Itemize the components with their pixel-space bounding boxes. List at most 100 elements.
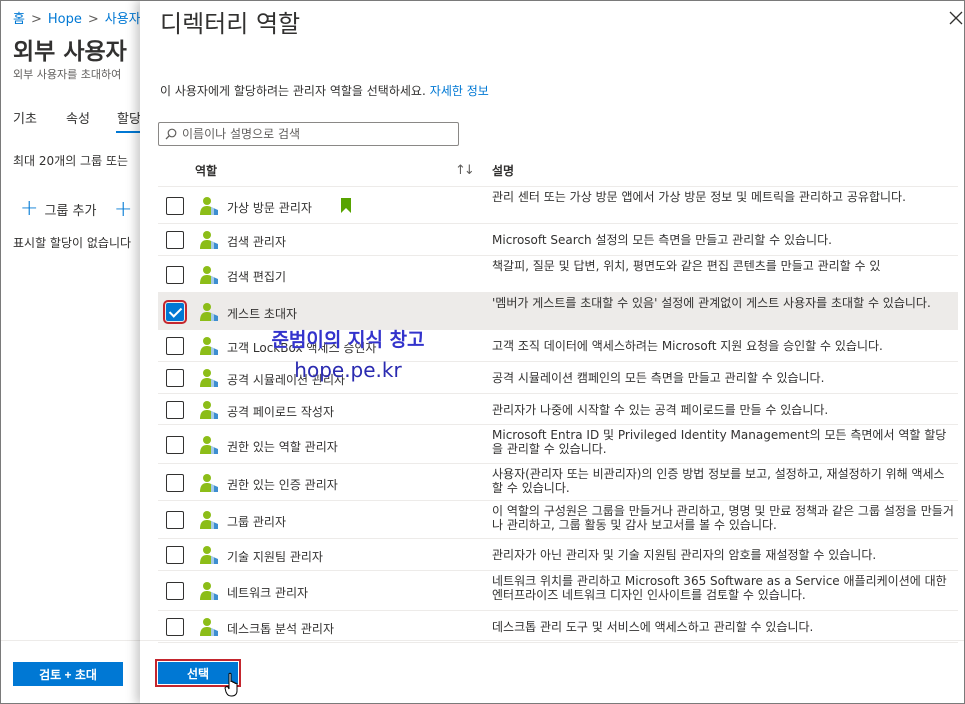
row-checkbox[interactable] bbox=[163, 299, 187, 324]
table-row[interactable]: 가상 방문 관리자 관리 센터 또는 가상 방문 앱에서 가상 방문 정보 및 메… bbox=[158, 187, 958, 224]
role-user-icon bbox=[200, 400, 218, 419]
role-name: 네트워크 관리자 bbox=[227, 586, 309, 600]
column-header-description: 설명 bbox=[492, 164, 515, 178]
role-user-icon bbox=[200, 337, 218, 355]
table-row[interactable]: 게스트 초대자 '멤버가 게스트를 초대할 수 있음' 설정에 관계없이 게스트 … bbox=[158, 293, 958, 330]
footer-divider bbox=[140, 640, 965, 641]
table-row[interactable]: 기술 지원팀 관리자 관리자가 아닌 관리자 및 기술 지원팀 관리자의 암호를 … bbox=[158, 539, 958, 571]
role-name: 권한 있는 역할 관리자 bbox=[227, 439, 338, 454]
role-name: 데스크톱 분석 관리자 bbox=[227, 622, 334, 636]
roles-table: 역할 ↑↓ 설명 가상 방문 관리자 관리 센터 또는 가상 방문 앱에서 가상 … bbox=[158, 152, 958, 643]
table-row[interactable]: 공격 시뮬레이션 관리자 공격 시뮬레이션 캠페인의 모든 측면을 만들고 관리할… bbox=[158, 362, 958, 394]
page-subtitle: 외부 사용자를 초대하여 bbox=[13, 68, 122, 81]
sort-icon[interactable]: ↑↓ bbox=[455, 163, 475, 178]
learn-more-link[interactable]: 자세한 정보 bbox=[430, 84, 489, 98]
role-description: 고객 조직 데이터에 액세스하려는 Microsoft 지원 요청을 승인할 수… bbox=[492, 339, 883, 353]
role-name: 게스트 초대자 bbox=[227, 306, 298, 321]
panel-description: 이 사용자에게 할당하려는 관리자 역할을 선택하세요. 자세한 정보 bbox=[160, 82, 489, 99]
table-rows: 가상 방문 관리자 관리 센터 또는 가상 방문 앱에서 가상 방문 정보 및 메… bbox=[158, 187, 958, 643]
role-name: 그룹 관리자 bbox=[227, 515, 287, 529]
table-row[interactable]: 공격 페이로드 작성자 관리자가 나중에 시작할 수 있는 공격 페이로드를 만들… bbox=[158, 394, 958, 425]
bookmark-icon bbox=[341, 198, 351, 213]
role-user-icon bbox=[200, 369, 218, 387]
search-box[interactable] bbox=[158, 122, 459, 146]
add-group-label: 그룹 추가 bbox=[44, 203, 97, 219]
role-name: 가상 방문 관리자 bbox=[227, 200, 312, 215]
search-input[interactable] bbox=[182, 127, 452, 141]
role-description: 책갈피, 질문 및 답변, 위치, 평면도와 같은 편집 콘텐츠를 만들고 관리… bbox=[492, 259, 881, 273]
column-header-role[interactable]: 역할 bbox=[195, 162, 217, 179]
row-checkbox[interactable] bbox=[166, 582, 184, 600]
breadcrumb-separator: > bbox=[87, 12, 99, 27]
row-checkbox[interactable] bbox=[166, 435, 184, 454]
role-user-icon bbox=[200, 265, 218, 284]
table-header: 역할 ↑↓ 설명 bbox=[158, 152, 958, 187]
add-group-button[interactable]: + 그룹 추가 bbox=[20, 196, 97, 221]
panel-description-text: 이 사용자에게 할당하려는 관리자 역할을 선택하세요. bbox=[160, 84, 426, 98]
role-name: 공격 시뮬레이션 관리자 bbox=[227, 373, 346, 387]
role-name: 권한 있는 인증 관리자 bbox=[227, 477, 338, 492]
role-user-icon bbox=[200, 473, 218, 492]
plus-icon[interactable]: + bbox=[114, 197, 132, 222]
plus-icon: + bbox=[20, 196, 39, 221]
breadcrumb-separator: > bbox=[30, 12, 42, 27]
table-row[interactable]: 데스크톱 분석 관리자 데스크톱 관리 도구 및 서비스에 액세스하고 관리할 수… bbox=[158, 611, 958, 643]
row-checkbox[interactable] bbox=[166, 546, 184, 564]
row-checkbox[interactable] bbox=[166, 337, 184, 355]
role-description: 관리자가 나중에 시작할 수 있는 공격 페이로드를 만들 수 있습니다. bbox=[492, 402, 829, 417]
assignment-info-text: 최대 20개의 그룹 또는 bbox=[13, 154, 129, 168]
role-description: '멤버가 게스트를 초대할 수 있음' 설정에 관계없이 게스트 사용자를 초대… bbox=[492, 296, 931, 310]
role-description: 데스크톱 관리 도구 및 서비스에 액세스하고 관리할 수 있습니다. bbox=[492, 620, 814, 634]
table-row[interactable]: 검색 편집기 책갈피, 질문 및 답변, 위치, 평면도와 같은 편집 콘텐츠를 … bbox=[158, 256, 958, 293]
hand-cursor-icon bbox=[224, 672, 238, 697]
empty-assignments-text: 표시할 할당이 없습니다 bbox=[13, 236, 132, 250]
row-checkbox[interactable] bbox=[166, 618, 184, 636]
role-description: Microsoft Entra ID 및 Privileged Identity… bbox=[492, 428, 947, 456]
role-user-icon bbox=[200, 546, 218, 564]
review-invite-button[interactable]: 검토 + 초대 bbox=[13, 662, 123, 686]
role-description: 공격 시뮬레이션 캠페인의 모든 측면을 만들고 관리할 수 있습니다. bbox=[492, 371, 825, 385]
table-row[interactable]: 권한 있는 인증 관리자 사용자(관리자 또는 비관리자)의 인증 방법 정보를 … bbox=[158, 464, 958, 501]
role-description: 관리자가 아닌 관리자 및 기술 지원팀 관리자의 암호를 재설정할 수 있습니… bbox=[492, 548, 877, 562]
active-tab-indicator bbox=[116, 131, 140, 133]
row-checkbox[interactable] bbox=[166, 196, 184, 215]
row-checkbox[interactable] bbox=[166, 369, 184, 387]
role-user-icon bbox=[200, 302, 218, 321]
role-user-icon bbox=[200, 511, 218, 529]
table-row[interactable]: 그룹 관리자 이 역할의 구성원은 그룹을 만들거나 관리하고, 명명 및 만료 … bbox=[158, 501, 958, 539]
role-name: 고객 LockBox 액세스 승인자 bbox=[227, 341, 377, 355]
role-user-icon bbox=[200, 618, 218, 636]
breadcrumb-users[interactable]: 사용자 bbox=[105, 12, 141, 27]
tab-assignments[interactable]: 할당 bbox=[117, 108, 141, 127]
breadcrumb-tenant[interactable]: Hope bbox=[48, 12, 82, 27]
role-description: Microsoft Search 설정의 모든 측면을 만들고 관리할 수 있습… bbox=[492, 233, 832, 247]
table-row[interactable]: 검색 관리자 Microsoft Search 설정의 모든 측면을 만들고 관리… bbox=[158, 224, 958, 256]
role-user-icon bbox=[200, 582, 218, 600]
page-title: 외부 사용자 bbox=[13, 39, 127, 65]
breadcrumb: 홈 > Hope > 사용자 bbox=[13, 8, 141, 27]
table-row[interactable]: 네트워크 관리자 네트워크 위치를 관리하고 Microsoft 365 Soft… bbox=[158, 571, 958, 611]
row-checkbox[interactable] bbox=[166, 400, 184, 419]
role-user-icon bbox=[200, 231, 218, 249]
role-user-icon bbox=[200, 435, 218, 454]
directory-roles-panel: 디렉터리 역할 이 사용자에게 할당하려는 관리자 역할을 선택하세요. 자세한 … bbox=[140, 0, 965, 704]
tab-properties[interactable]: 속성 bbox=[66, 108, 90, 127]
table-row[interactable]: 고객 LockBox 액세스 승인자 고객 조직 데이터에 액세스하려는 Micr… bbox=[158, 330, 958, 362]
table-row[interactable]: 권한 있는 역할 관리자 Microsoft Entra ID 및 Privile… bbox=[158, 425, 958, 464]
role-description: 사용자(관리자 또는 비관리자)의 인증 방법 정보를 보고, 설정하고, 재설… bbox=[492, 467, 945, 495]
breadcrumb-home[interactable]: 홈 bbox=[13, 12, 25, 27]
role-user-icon bbox=[200, 196, 218, 215]
tab-basics[interactable]: 기초 bbox=[13, 108, 37, 127]
search-icon bbox=[165, 128, 177, 140]
role-name: 공격 페이로드 작성자 bbox=[227, 404, 334, 419]
row-checkbox[interactable] bbox=[166, 473, 184, 492]
close-icon[interactable] bbox=[948, 10, 964, 26]
footer-divider bbox=[0, 640, 150, 641]
role-name: 기술 지원팀 관리자 bbox=[227, 550, 323, 564]
role-description: 관리 센터 또는 가상 방문 앱에서 가상 방문 정보 및 메트릭을 관리하고 … bbox=[492, 190, 906, 204]
row-checkbox[interactable] bbox=[166, 511, 184, 529]
role-description: 이 역할의 구성원은 그룹을 만들거나 관리하고, 명명 및 만료 정책과 같은… bbox=[492, 504, 954, 532]
panel-title: 디렉터리 역할 bbox=[160, 10, 301, 38]
row-checkbox[interactable] bbox=[166, 265, 184, 284]
row-checkbox[interactable] bbox=[166, 231, 184, 249]
